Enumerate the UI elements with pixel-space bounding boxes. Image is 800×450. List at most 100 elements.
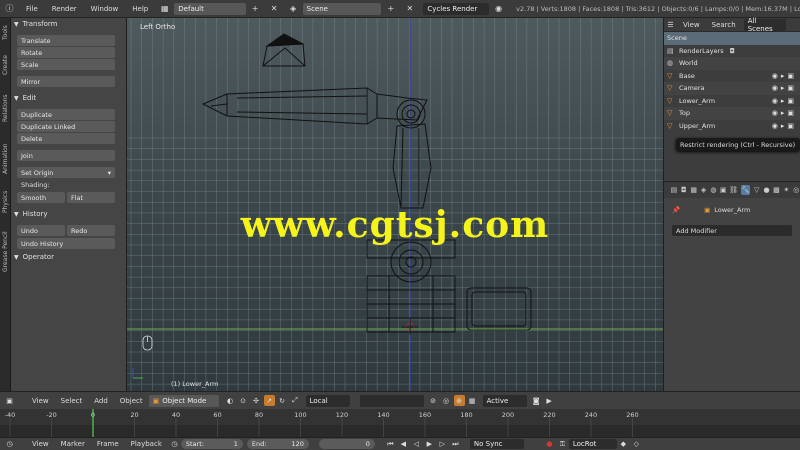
play-reverse-icon[interactable]: ◁: [411, 439, 422, 450]
scale-manipulator-icon[interactable]: ⤢: [290, 395, 301, 406]
visibility-icons[interactable]: ◉▸▣: [772, 122, 797, 130]
data-tab-icon[interactable]: ▽: [753, 185, 761, 195]
outliner-item-world[interactable]: ◍ World: [664, 57, 800, 70]
tab-create[interactable]: Create: [0, 48, 11, 82]
render-preview-icon[interactable]: ◙: [531, 395, 542, 406]
layer-buttons[interactable]: [359, 394, 424, 407]
rotate-button[interactable]: Rotate: [17, 47, 115, 58]
world-tab-icon[interactable]: ◍: [709, 185, 717, 195]
visibility-icons[interactable]: ◉▸▣: [772, 72, 797, 80]
preview-range-icon[interactable]: ◷: [169, 439, 180, 450]
snap-icon[interactable]: ⊕: [453, 395, 465, 406]
undo-button[interactable]: Undo: [17, 225, 65, 236]
add-menu[interactable]: Add: [88, 397, 114, 405]
opengl-render-icon[interactable]: ▶: [544, 395, 555, 406]
outliner-menu-search[interactable]: Search: [706, 21, 742, 29]
rotate-manipulator-icon[interactable]: ↻: [277, 395, 288, 406]
3d-viewport[interactable]: Left Ortho (1) Lower_Arm www.cgtsj.com: [127, 18, 663, 391]
undo-history-button[interactable]: Undo History: [17, 238, 115, 249]
set-origin-button[interactable]: Set Origin ▾: [17, 167, 115, 178]
outliner-display-mode[interactable]: All Scenes: [743, 17, 786, 33]
tab-grease-pencil[interactable]: Grease Pencil: [0, 220, 11, 284]
prev-key-icon[interactable]: ◀: [398, 439, 409, 450]
next-key-icon[interactable]: ▷: [437, 439, 448, 450]
close-layout-icon[interactable]: ✕: [268, 3, 281, 15]
particles-tab-icon[interactable]: ✶: [782, 185, 790, 195]
outliner-item-scene[interactable]: Scene: [664, 32, 800, 45]
scale-button[interactable]: Scale: [17, 59, 115, 70]
jump-start-icon[interactable]: ⏮: [385, 439, 396, 450]
visibility-icons[interactable]: ◉▸▣: [772, 84, 797, 92]
timeline-menu-playback[interactable]: Playback: [125, 440, 168, 448]
operator-panel-header[interactable]: ▼ Operator: [11, 251, 126, 263]
edit-panel-header[interactable]: ▼ Edit: [11, 92, 126, 104]
outliner-editor-icon[interactable]: ☰: [665, 19, 676, 30]
redo-button[interactable]: Redo: [67, 225, 115, 236]
outliner-menu-view[interactable]: View: [677, 21, 706, 29]
proportional-edit-icon[interactable]: ◎: [441, 395, 452, 406]
properties-editor-icon[interactable]: ▤: [670, 185, 678, 195]
mode-select[interactable]: ▣ Object Mode: [148, 394, 219, 407]
delete-button[interactable]: Delete: [17, 133, 115, 144]
timeline-menu-view[interactable]: View: [26, 440, 55, 448]
duplicate-linked-button[interactable]: Duplicate Linked: [17, 121, 115, 132]
tab-physics[interactable]: Physics: [0, 186, 11, 218]
pivot-icon[interactable]: ⊙: [238, 395, 249, 406]
view-menu[interactable]: View: [26, 397, 55, 405]
scene-icon[interactable]: ◈: [287, 3, 300, 15]
3d-cursor[interactable]: [402, 319, 418, 335]
auto-keying-icon[interactable]: ●: [544, 439, 555, 450]
transform-panel-header[interactable]: ▼ Transform: [11, 18, 126, 30]
timeline-menu-frame[interactable]: Frame: [91, 440, 125, 448]
keying-set-select[interactable]: LocRot: [568, 439, 617, 449]
manipulator-icon[interactable]: ✣: [251, 395, 262, 406]
translate-button[interactable]: Translate: [17, 35, 115, 46]
add-layout-icon[interactable]: +: [249, 3, 262, 15]
info-editor-icon[interactable]: ⓘ: [3, 3, 16, 15]
snap-element-icon[interactable]: ▦: [467, 395, 478, 406]
insert-keyframe-icon[interactable]: ◆: [618, 439, 629, 450]
mirror-button[interactable]: Mirror: [17, 76, 115, 87]
shade-flat-button[interactable]: Flat: [67, 192, 115, 203]
lamp-object[interactable]: [262, 33, 306, 67]
tab-relations[interactable]: Relations: [0, 84, 11, 132]
duplicate-button[interactable]: Duplicate: [17, 109, 115, 120]
jump-end-icon[interactable]: ⏭: [450, 439, 461, 450]
shade-smooth-button[interactable]: Smooth: [17, 192, 65, 203]
tab-animation[interactable]: Animation: [0, 134, 11, 184]
sync-mode-select[interactable]: No Sync: [469, 439, 524, 449]
modifiers-tab-icon[interactable]: 🔧: [741, 185, 750, 195]
editor-type-icon[interactable]: ▣: [4, 395, 15, 406]
scene-tab-icon[interactable]: ◈: [700, 185, 708, 195]
delete-keyframe-icon[interactable]: ◇: [631, 439, 642, 450]
outliner-item-base[interactable]: ▽ Base ◉▸▣: [664, 70, 800, 83]
constraints-tab-icon[interactable]: ⛓: [729, 185, 738, 195]
close-scene-icon[interactable]: ✕: [403, 3, 416, 15]
outliner-item-renderlayers[interactable]: ▤ RenderLayers ◘: [664, 45, 800, 58]
shading-mode-icon[interactable]: ◐: [225, 395, 236, 406]
keying-set-icon[interactable]: ⚿: [557, 439, 568, 450]
layers-tab-icon[interactable]: ▦: [690, 185, 698, 195]
screen-layout-field[interactable]: Default: [174, 2, 246, 15]
end-frame-field[interactable]: End: 120: [246, 439, 309, 449]
outliner-item-upper-arm[interactable]: ▽ Upper_Arm ◉▸▣: [664, 120, 800, 133]
orientation-select[interactable]: Local: [305, 394, 350, 407]
timeline[interactable]: -40-200204060801001201401601802002202402…: [0, 409, 800, 437]
pin-icon[interactable]: 📌: [672, 206, 680, 214]
object-menu[interactable]: Object: [114, 397, 149, 405]
visibility-icons[interactable]: ◉▸▣: [772, 109, 797, 117]
play-icon[interactable]: ▶: [424, 439, 435, 450]
scene-field[interactable]: Scene: [302, 2, 382, 15]
translate-manipulator-icon[interactable]: ↗: [263, 395, 275, 406]
render-tab-icon[interactable]: ◘: [680, 185, 688, 195]
texture-tab-icon[interactable]: ▩: [772, 185, 780, 195]
menu-render[interactable]: Render: [45, 5, 84, 13]
outliner-item-top[interactable]: ▽ Top ◉▸▣: [664, 107, 800, 120]
menu-help[interactable]: Help: [125, 5, 155, 13]
lock-layer-icon[interactable]: ⊘: [428, 395, 439, 406]
join-button[interactable]: Join: [17, 150, 115, 161]
timeline-menu-marker[interactable]: Marker: [55, 440, 91, 448]
start-frame-field[interactable]: Start: 1: [180, 439, 243, 449]
screen-layout-icon[interactable]: ▦: [158, 3, 171, 15]
select-menu[interactable]: Select: [55, 397, 89, 405]
